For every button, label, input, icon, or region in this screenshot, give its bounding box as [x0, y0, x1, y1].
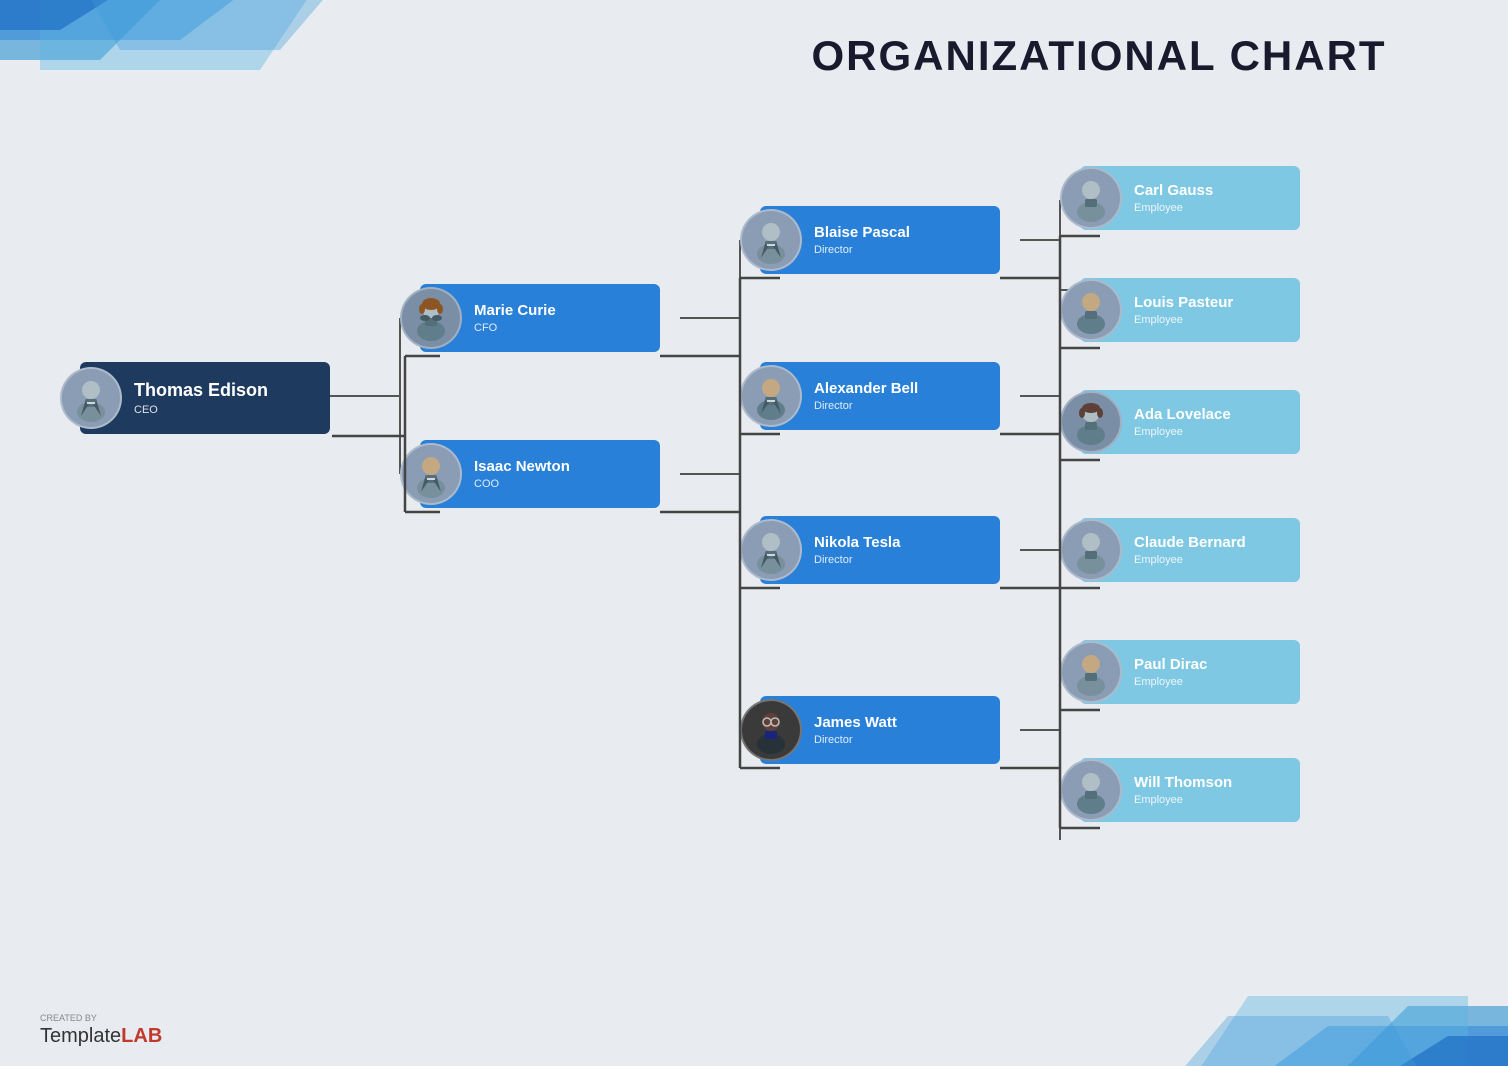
coo-text: Isaac Newton COO	[474, 458, 648, 490]
employee-4-name: Paul Dirac	[1134, 656, 1290, 674]
page-title: ORGANIZATIONAL CHART	[812, 32, 1387, 80]
footer: CREATED BY TemplateLAB	[40, 1013, 162, 1048]
avatar-coo	[400, 443, 462, 505]
cfo-text: Marie Curie CFO	[474, 302, 648, 334]
employee-3-role: Employee	[1134, 554, 1290, 566]
node-employee-5: Will Thomson Employee	[1080, 758, 1300, 822]
director-3-text: James Watt Director	[814, 714, 988, 746]
director-1-role: Director	[814, 400, 988, 412]
node-employee-2: Ada Lovelace Employee	[1080, 390, 1300, 454]
avatar-employee-5	[1060, 759, 1122, 821]
director-3-role: Director	[814, 734, 988, 746]
footer-created-by: CREATED BY	[40, 1013, 162, 1023]
chart-container: Thomas Edison CEO Marie Curie CFO	[40, 110, 1468, 986]
employee-1-text: Louis Pasteur Employee	[1134, 294, 1290, 326]
avatar-employee-2	[1060, 391, 1122, 453]
employee-0-name: Carl Gauss	[1134, 182, 1290, 200]
coo-name: Isaac Newton	[474, 458, 648, 476]
employee-5-role: Employee	[1134, 794, 1290, 806]
director-3-name: James Watt	[814, 714, 988, 732]
director-0-name: Blaise Pascal	[814, 224, 988, 242]
director-2-role: Director	[814, 554, 988, 566]
footer-brand-lab: LAB	[121, 1025, 162, 1047]
avatar-ceo	[60, 367, 122, 429]
director-0-text: Blaise Pascal Director	[814, 224, 988, 256]
director-0-role: Director	[814, 244, 988, 256]
avatar-cfo	[400, 287, 462, 349]
avatar-director-1	[740, 365, 802, 427]
ceo-name: Thomas Edison	[134, 380, 314, 402]
avatar-employee-1	[1060, 279, 1122, 341]
avatar-employee-4	[1060, 641, 1122, 703]
employee-2-role: Employee	[1134, 426, 1290, 438]
cfo-role: CFO	[474, 322, 648, 334]
footer-brand-template: Template	[40, 1025, 121, 1047]
director-2-name: Nikola Tesla	[814, 534, 988, 552]
avatar-director-3	[740, 699, 802, 761]
director-1-text: Alexander Bell Director	[814, 380, 988, 412]
node-director-0: Blaise Pascal Director	[760, 206, 1000, 274]
cfo-name: Marie Curie	[474, 302, 648, 320]
director-2-text: Nikola Tesla Director	[814, 534, 988, 566]
node-director-3: James Watt Director	[760, 696, 1000, 764]
avatar-employee-3	[1060, 519, 1122, 581]
node-employee-3: Claude Bernard Employee	[1080, 518, 1300, 582]
employee-2-text: Ada Lovelace Employee	[1134, 406, 1290, 438]
coo-role: COO	[474, 478, 648, 490]
node-director-1: Alexander Bell Director	[760, 362, 1000, 430]
node-employee-1: Louis Pasteur Employee	[1080, 278, 1300, 342]
employee-0-role: Employee	[1134, 202, 1290, 214]
avatar-employee-0	[1060, 167, 1122, 229]
node-cfo: Marie Curie CFO	[420, 284, 660, 352]
node-director-2: Nikola Tesla Director	[760, 516, 1000, 584]
ceo-role: CEO	[134, 404, 314, 416]
employee-5-name: Will Thomson	[1134, 774, 1290, 792]
employee-4-role: Employee	[1134, 676, 1290, 688]
avatar-director-0	[740, 209, 802, 271]
employee-2-name: Ada Lovelace	[1134, 406, 1290, 424]
node-employee-4: Paul Dirac Employee	[1080, 640, 1300, 704]
director-1-name: Alexander Bell	[814, 380, 988, 398]
employee-1-role: Employee	[1134, 314, 1290, 326]
node-coo: Isaac Newton COO	[420, 440, 660, 508]
employee-5-text: Will Thomson Employee	[1134, 774, 1290, 806]
avatar-director-2	[740, 519, 802, 581]
employee-3-text: Claude Bernard Employee	[1134, 534, 1290, 566]
employee-4-text: Paul Dirac Employee	[1134, 656, 1290, 688]
ceo-text: Thomas Edison CEO	[134, 380, 314, 416]
employee-1-name: Louis Pasteur	[1134, 294, 1290, 312]
node-ceo: Thomas Edison CEO	[80, 362, 330, 434]
employee-0-text: Carl Gauss Employee	[1134, 182, 1290, 214]
node-employee-0: Carl Gauss Employee	[1080, 166, 1300, 230]
employee-3-name: Claude Bernard	[1134, 534, 1290, 552]
